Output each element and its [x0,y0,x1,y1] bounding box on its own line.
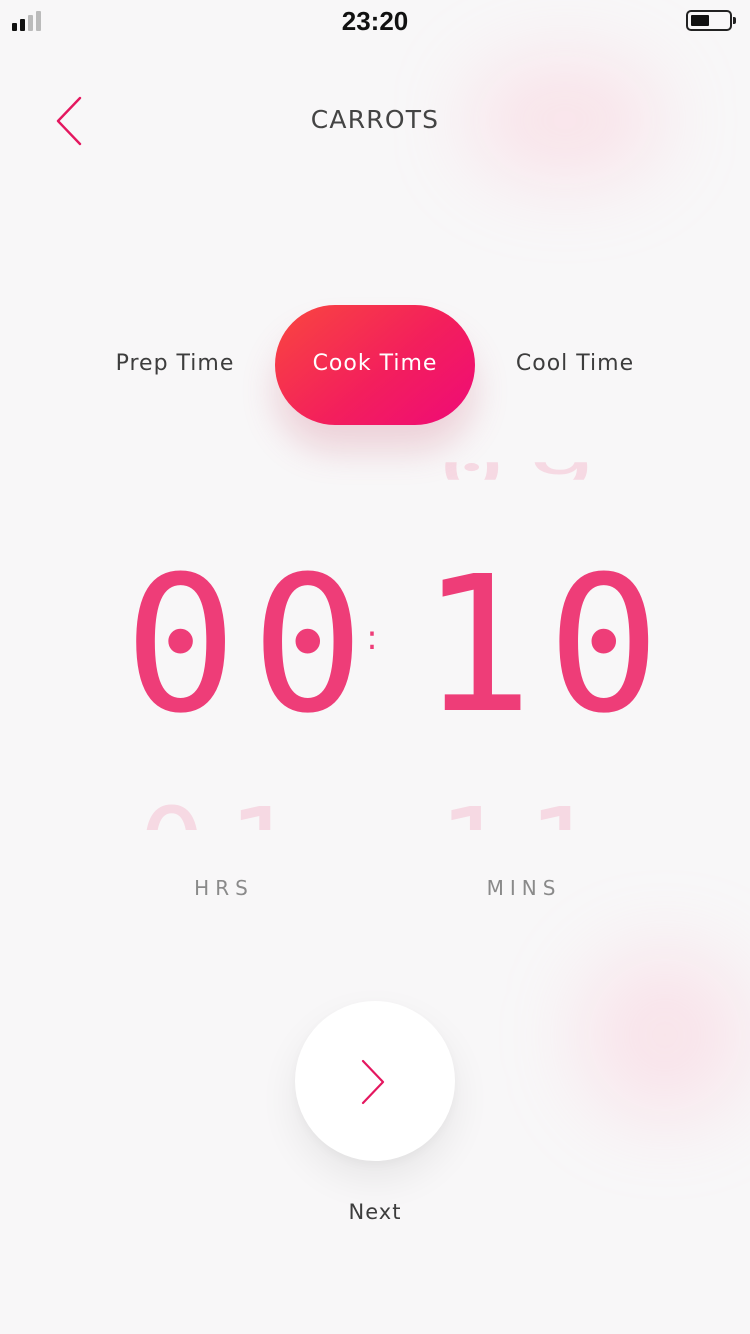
minutes-picker[interactable]: 10 [420,552,674,740]
hours-unit-label: HRS [194,876,254,900]
battery-icon [686,10,736,31]
status-time: 23:20 [341,6,409,36]
hours-next-value[interactable]: 01 [138,800,298,830]
next-label: Next [348,1200,402,1224]
hours-picker[interactable]: 00 [124,552,378,740]
minutes-previous-value[interactable]: 09 [438,462,628,480]
tab-prep-time[interactable]: Prep Time [75,305,275,425]
status-bar: 23:20 [0,0,750,40]
chevron-right-icon [361,1059,385,1105]
tab-cool-time[interactable]: Cool Time [475,305,675,425]
background-blur-blob [580,950,750,1120]
next-button[interactable] [295,1001,455,1161]
page-title: CARROTS [310,105,440,134]
minutes-next-value[interactable]: 11 [438,800,598,830]
time-separator: : [366,618,378,658]
minutes-unit-label: MINS [486,876,562,900]
tab-cook-time[interactable]: Cook Time [275,305,475,425]
